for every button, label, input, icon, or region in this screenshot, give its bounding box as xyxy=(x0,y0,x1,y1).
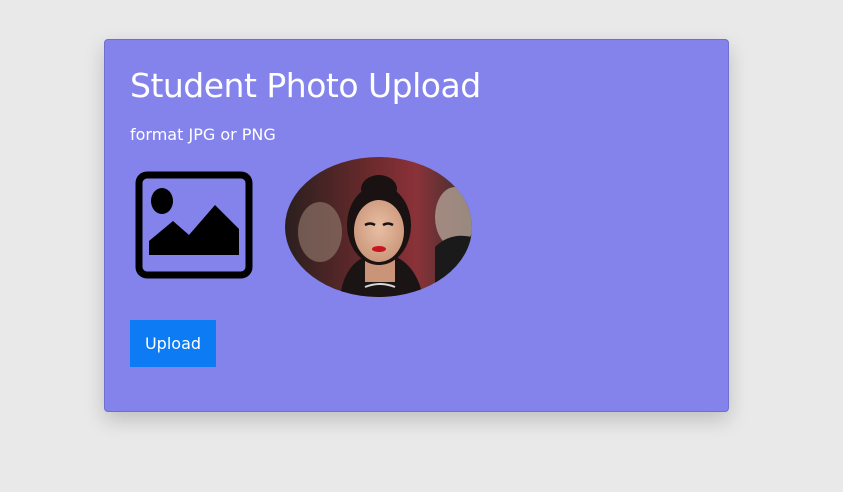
page-title: Student Photo Upload xyxy=(130,66,481,105)
upload-button[interactable]: Upload xyxy=(130,320,216,367)
format-hint: format JPG or PNG xyxy=(130,125,276,144)
image-placeholder-icon xyxy=(135,171,253,279)
upload-card: Student Photo Upload format JPG or PNG U… xyxy=(104,39,729,412)
student-photo-preview xyxy=(285,157,472,297)
